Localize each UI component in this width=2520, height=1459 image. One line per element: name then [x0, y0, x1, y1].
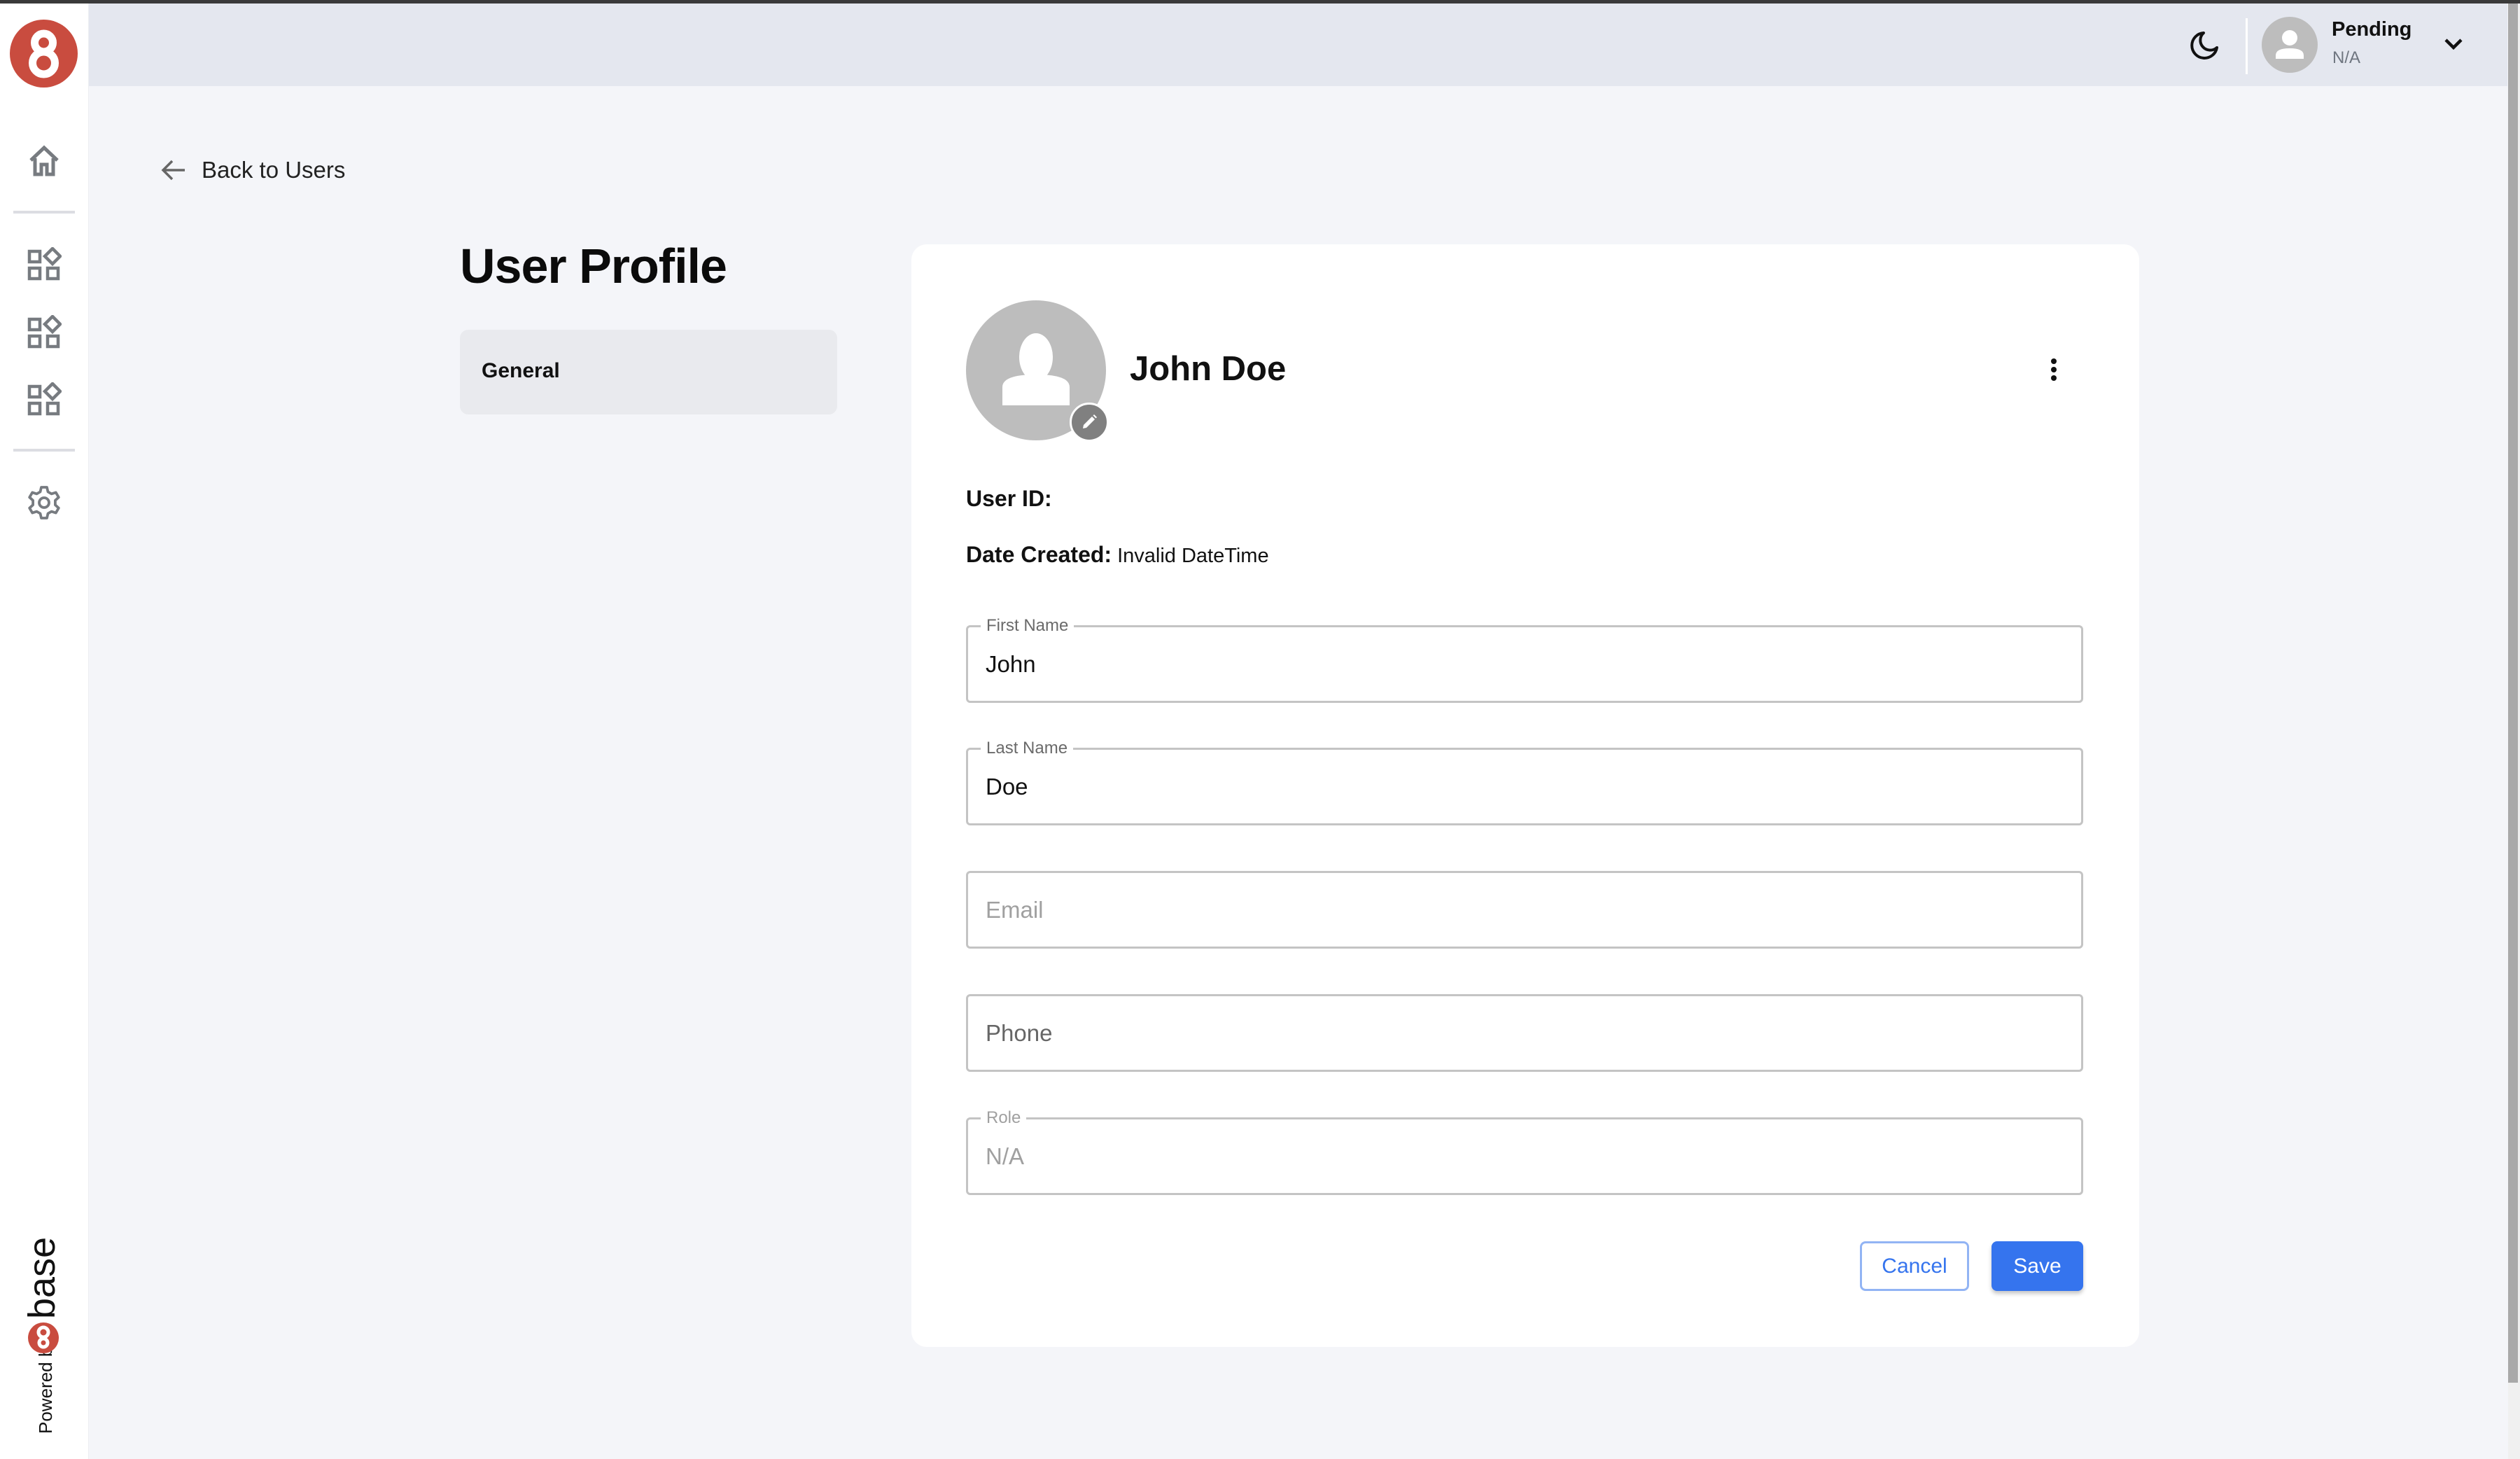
user-icon	[2276, 30, 2304, 59]
widgets-icon	[27, 381, 63, 416]
profile-display-name: John Doe	[1130, 350, 1287, 388]
email-field	[966, 871, 2083, 949]
header-user-subtitle: N/A	[2332, 48, 2361, 67]
powered-by-8base[interactable]: Powered by base	[20, 1213, 70, 1437]
sidebar: Powered by base	[0, 4, 89, 1459]
edit-avatar-button[interactable]	[1070, 403, 1109, 442]
date-created-label: Date Created:	[966, 542, 1112, 567]
widgets-icon	[27, 314, 63, 349]
save-button[interactable]: Save	[1991, 1241, 2083, 1291]
8base-logo-icon	[28, 1322, 59, 1353]
last-name-field: Last Name	[966, 739, 2083, 825]
tab-general-label: General	[482, 359, 560, 382]
top-header	[89, 4, 2507, 86]
sidebar-divider	[13, 449, 75, 452]
logo-8-icon	[29, 29, 59, 78]
widgets-icon	[27, 246, 63, 281]
cancel-button[interactable]: Cancel	[1860, 1241, 1969, 1291]
sidebar-item-apps-1[interactable]	[27, 246, 63, 282]
sidebar-item-home[interactable]	[27, 144, 62, 179]
chevron-down-icon	[2444, 39, 2463, 50]
sidebar-item-apps-2[interactable]	[27, 314, 63, 350]
page-title: User Profile	[460, 239, 727, 293]
header-user-avatar[interactable]	[2262, 17, 2318, 73]
date-created-value: Invalid DateTime	[1117, 545, 1269, 567]
tab-general[interactable]: General	[460, 330, 837, 414]
powered-by-brand: base	[21, 1237, 63, 1319]
last-name-input[interactable]	[986, 750, 2064, 823]
theme-toggle-button[interactable]	[2188, 29, 2220, 62]
scrollbar-thumb[interactable]	[2508, 4, 2518, 1383]
user-id-row: User ID:	[966, 486, 1058, 512]
first-name-field: First Name	[966, 616, 2083, 703]
sidebar-item-apps-3[interactable]	[27, 381, 63, 417]
arrow-left-icon	[161, 160, 185, 181]
back-to-users-link[interactable]: Back to Users	[158, 153, 345, 188]
header-divider	[2246, 18, 2248, 74]
home-icon	[29, 145, 59, 176]
user-profile-card: John Doe User ID: Date Created: Invalid D…	[911, 244, 2139, 1347]
date-created-row: Date Created: Invalid DateTime	[966, 542, 1269, 568]
role-input[interactable]	[986, 1119, 2064, 1193]
page-scrollbar[interactable]	[2508, 4, 2520, 1459]
email-input[interactable]	[986, 873, 2064, 947]
phone-input[interactable]	[986, 996, 2064, 1070]
first-name-input[interactable]	[986, 627, 2064, 701]
user-id-label: User ID:	[966, 486, 1052, 511]
user-menu-toggle[interactable]	[2442, 32, 2465, 56]
sidebar-item-settings[interactable]	[27, 485, 62, 520]
back-to-users-label: Back to Users	[202, 157, 346, 183]
role-field: Role	[966, 1108, 2083, 1195]
header-user-name[interactable]: Pending	[2332, 18, 2412, 41]
more-options-button[interactable]	[2040, 348, 2068, 390]
app-logo[interactable]	[10, 20, 78, 88]
gear-icon	[28, 486, 60, 519]
more-vertical-icon	[2051, 358, 2057, 381]
pencil-icon	[1083, 414, 1097, 428]
sidebar-divider	[13, 211, 75, 214]
phone-field	[966, 994, 2083, 1072]
moon-icon	[2190, 32, 2218, 60]
